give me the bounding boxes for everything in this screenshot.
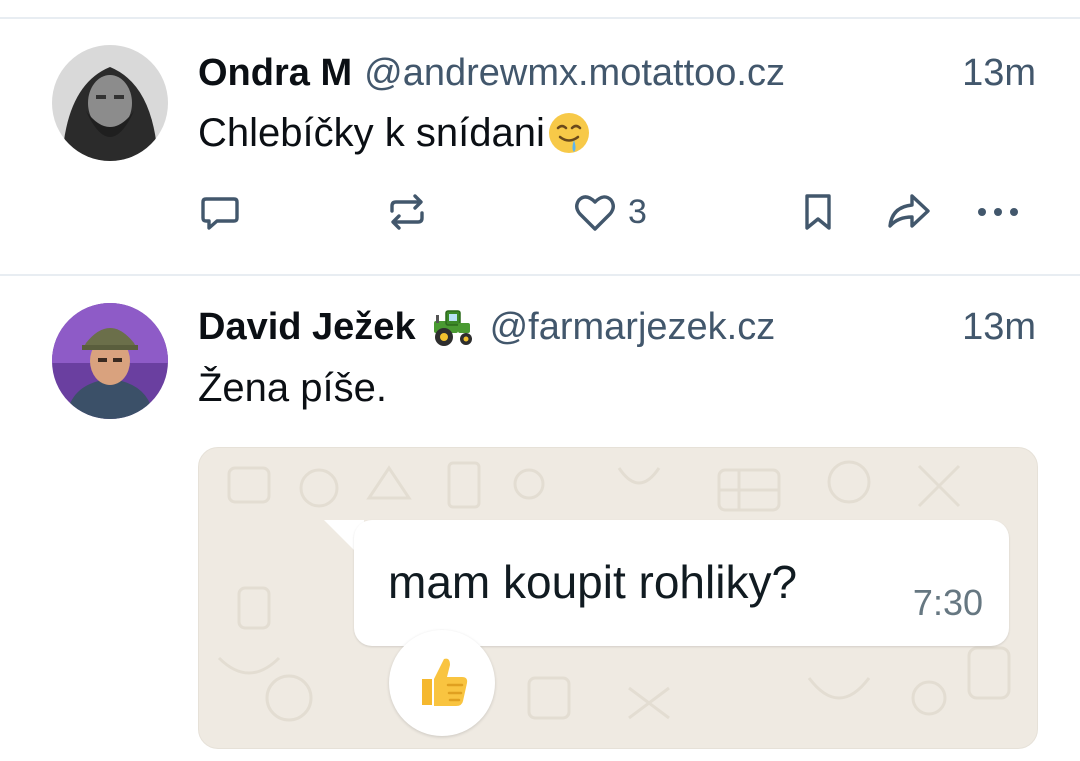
display-name[interactable]: Ondra M: [198, 49, 352, 97]
post-header: Ondra M @andrewmx.motattoo.cz 13m: [198, 49, 1036, 97]
post-actions: 3: [198, 186, 1038, 238]
feed-post[interactable]: Ondra M @andrewmx.motattoo.cz 13m Chlebí…: [0, 19, 1080, 274]
like-button[interactable]: 3: [572, 186, 647, 238]
like-count: 3: [628, 192, 647, 231]
post-text-content: Chlebíčky k snídani: [198, 111, 545, 155]
reaction-badge: [389, 630, 495, 736]
reply-button[interactable]: [198, 186, 242, 238]
bookmark-icon: [798, 190, 838, 234]
share-button[interactable]: [884, 186, 934, 238]
embedded-image[interactable]: mam koupit rohliky? 7:30: [198, 447, 1038, 749]
post-header: David Ježek @farmarjezek.cz 13m: [198, 303, 1036, 351]
chat-message-time: 7:30: [912, 582, 983, 623]
chat-message-bubble: mam koupit rohliky? 7:30: [354, 520, 1009, 646]
reply-icon: [198, 190, 242, 234]
bookmark-button[interactable]: [798, 186, 838, 238]
timestamp[interactable]: 13m: [962, 303, 1036, 351]
more-icon: [974, 190, 1022, 234]
repost-icon: [384, 190, 430, 234]
heart-icon: [572, 190, 618, 234]
post-text-content: Žena píše.: [198, 366, 388, 410]
post-text: Chlebíčky k snídani: [198, 107, 591, 159]
avatar[interactable]: [52, 45, 168, 161]
handle[interactable]: @farmarjezek.cz: [490, 303, 776, 351]
timestamp[interactable]: 13m: [962, 49, 1036, 97]
repost-button[interactable]: [384, 186, 430, 238]
drooling-face-icon: [547, 111, 591, 155]
more-button[interactable]: [974, 186, 1022, 238]
display-name[interactable]: David Ježek: [198, 303, 416, 351]
handle[interactable]: @andrewmx.motattoo.cz: [364, 49, 785, 97]
chat-message-text: mam koupit rohliky?: [388, 556, 798, 608]
avatar[interactable]: [52, 303, 168, 419]
share-icon: [884, 190, 934, 234]
post-text: Žena píše.: [198, 362, 387, 414]
thumbs-up-icon: [412, 651, 472, 716]
tractor-icon: [428, 307, 476, 347]
